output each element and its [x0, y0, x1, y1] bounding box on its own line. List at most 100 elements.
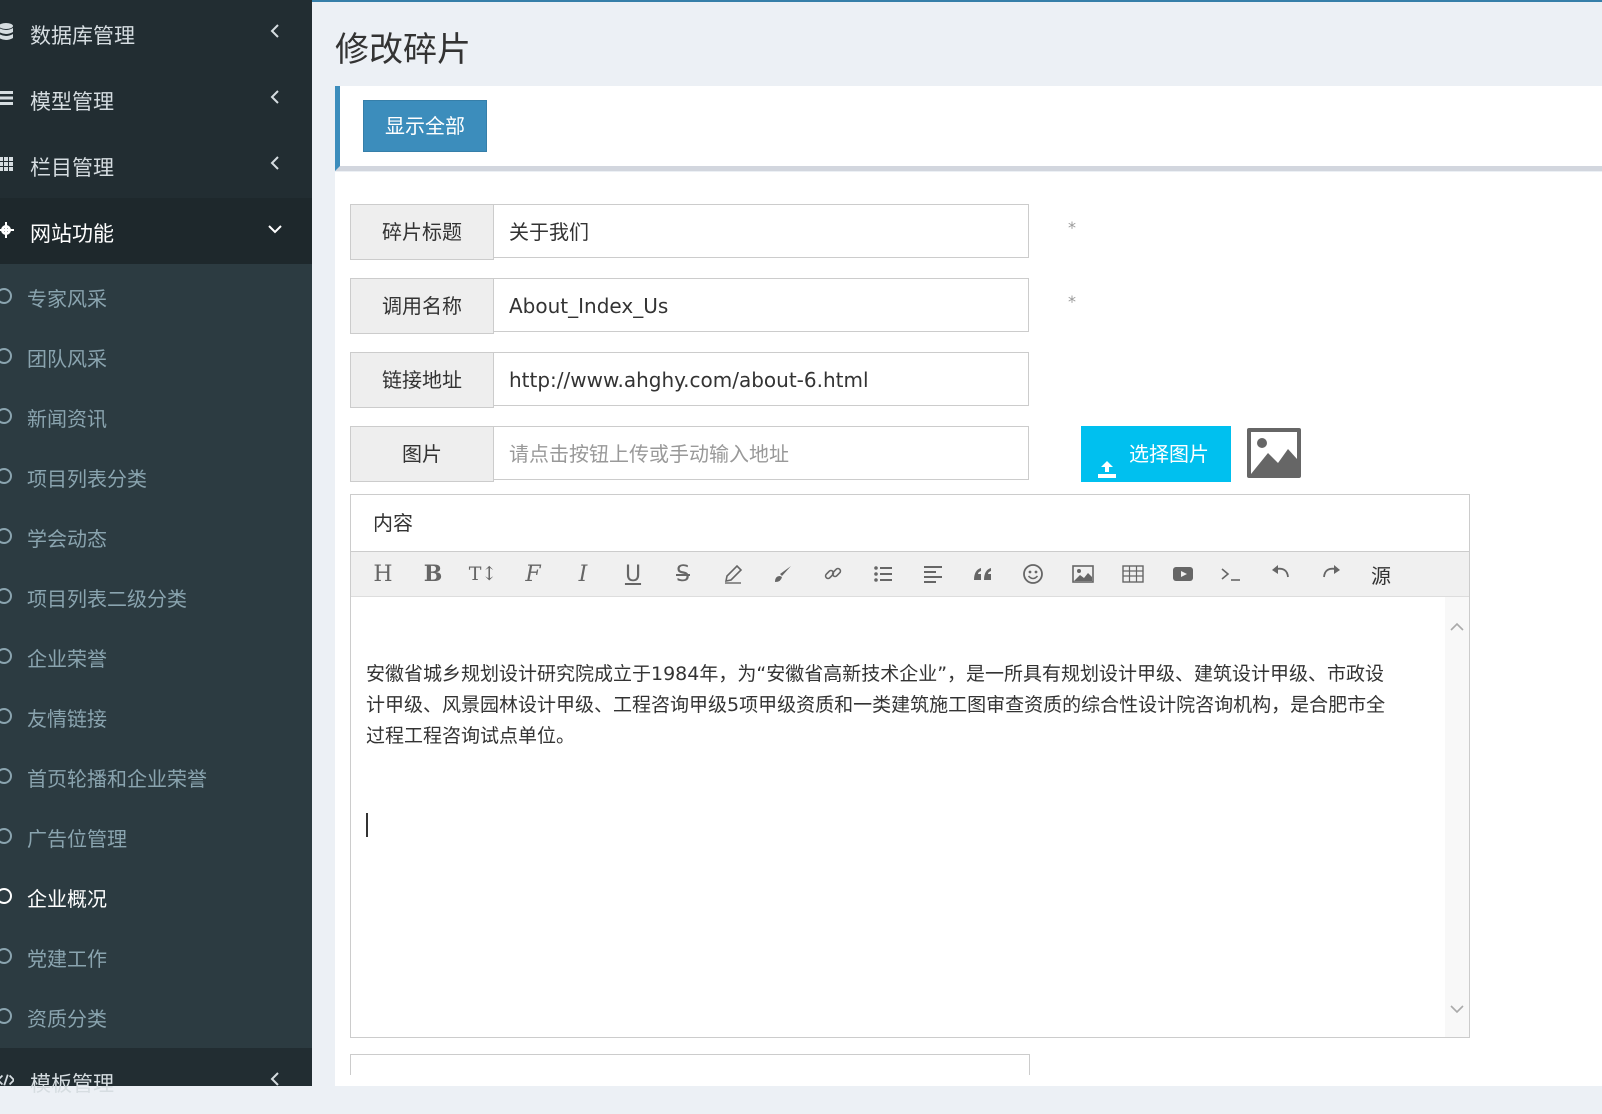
editor-content-text: 安徽省城乡规划设计研究院成立于1984年，为“安徽省高新技术企业”，是一所具有规… [366, 663, 1386, 747]
sidebar-item-label: 广告位管理 [27, 827, 127, 851]
sidebar-item-label: 专家风采 [27, 287, 107, 311]
link-input[interactable]: http://www.ahghy.com/about-6.html [493, 352, 1029, 406]
sidebar-group-database[interactable]: 数据库管理 [0, 0, 312, 66]
underline-button[interactable]: U [619, 560, 647, 588]
upload-icon [1097, 444, 1117, 478]
align-left-icon[interactable] [919, 560, 947, 588]
quote-icon[interactable] [969, 560, 997, 588]
circle-icon [0, 888, 12, 904]
required-mark: * [1068, 292, 1076, 311]
sidebar-item-label: 友情链接 [27, 707, 107, 731]
sidebar-item-ad-slots[interactable]: 广告位管理 [0, 806, 312, 866]
strikethrough-button[interactable]: S [669, 560, 697, 588]
source-button[interactable]: 源 [1367, 560, 1395, 588]
link-row: 链接地址 http://www.ahghy.com/about-6.html [350, 352, 1044, 408]
font-family-button[interactable]: F [519, 560, 547, 588]
editor-scrollbar[interactable] [1445, 597, 1469, 1037]
link-icon[interactable] [819, 560, 847, 588]
action-toolbar: 显示全部 [335, 86, 1602, 171]
sidebar-item-label: 新闻资讯 [27, 407, 107, 431]
image-icon[interactable] [1069, 560, 1097, 588]
sidebar-item-friend-links[interactable]: 友情链接 [0, 686, 312, 746]
bold-button[interactable]: B [419, 560, 447, 588]
sidebar-group-site-functions[interactable]: 网站功能 [0, 198, 312, 264]
call-name-label: 调用名称 [350, 278, 494, 334]
circle-icon [0, 288, 12, 304]
chevron-up-icon[interactable] [1449, 619, 1465, 635]
title-input[interactable]: 关于我们 [493, 204, 1029, 258]
sidebar-group-label: 模型管理 [30, 90, 114, 114]
code-icon [0, 1071, 14, 1089]
list-icon [0, 89, 14, 107]
font-size-button[interactable]: T↕ [469, 560, 498, 588]
sidebar-item-team[interactable]: 团队风采 [0, 326, 312, 386]
circle-icon [0, 528, 12, 544]
sidebar-item-label: 首页轮播和企业荣誉 [27, 767, 207, 791]
sidebar-item-party-building[interactable]: 党建工作 [0, 926, 312, 986]
editor-toolbar: H B T↕ F I U S 源 [351, 552, 1469, 597]
image-preview-icon[interactable] [1246, 427, 1302, 479]
sidebar-item-project-subcategories[interactable]: 项目列表二级分类 [0, 566, 312, 626]
sidebar-item-qualifications[interactable]: 资质分类 [0, 986, 312, 1046]
sidebar-group-label: 栏目管理 [30, 156, 114, 180]
redo-icon[interactable] [1317, 560, 1345, 588]
image-url-input[interactable]: 请点击按钮上传或手动输入地址 [493, 426, 1029, 480]
sidebar-group-model[interactable]: 模型管理 [0, 66, 312, 132]
emoji-icon[interactable] [1019, 560, 1047, 588]
page-title: 修改碎片 [335, 30, 471, 70]
sidebar-item-society-news[interactable]: 学会动态 [0, 506, 312, 566]
content-editor: 内容 H B T↕ F I U S 源 安徽省城乡规划设计研究院成立于1984年… [350, 494, 1470, 1038]
sidebar-item-label: 项目列表二级分类 [27, 587, 187, 611]
next-form-row [350, 1054, 1030, 1075]
sidebar-item-label: 项目列表分类 [27, 467, 147, 491]
video-icon[interactable] [1169, 560, 1197, 588]
sidebar-group-templates[interactable]: 模板管理 [0, 1048, 312, 1114]
sidebar-item-label: 企业荣誉 [27, 647, 107, 671]
italic-button[interactable]: I [569, 560, 597, 588]
sidebar: 数据库管理 模型管理 栏目管理 网站功能 专家风采 团队风采 新闻资讯 项目列表… [0, 0, 312, 1096]
code-icon[interactable] [1217, 560, 1245, 588]
sidebar-item-experts[interactable]: 专家风采 [0, 266, 312, 326]
image-row: 图片 请点击按钮上传或手动输入地址 选择图片 [350, 426, 1320, 482]
undo-icon[interactable] [1267, 560, 1295, 588]
sidebar-submenu: 专家风采 团队风采 新闻资讯 项目列表分类 学会动态 项目列表二级分类 企业荣誉… [0, 264, 312, 1048]
chevron-left-icon [266, 154, 284, 172]
sidebar-group-label: 数据库管理 [30, 24, 135, 48]
circle-icon [0, 708, 12, 724]
sidebar-group-column[interactable]: 栏目管理 [0, 132, 312, 198]
sidebar-item-project-categories[interactable]: 项目列表分类 [0, 446, 312, 506]
circle-icon [0, 1008, 12, 1024]
circle-icon [0, 348, 12, 364]
editor-body[interactable]: 安徽省城乡规划设计研究院成立于1984年，为“安徽省高新技术企业”，是一所具有规… [351, 597, 1445, 1037]
table-icon[interactable] [1119, 560, 1147, 588]
sidebar-item-label: 资质分类 [27, 1007, 107, 1031]
select-image-button[interactable]: 选择图片 [1081, 426, 1231, 482]
link-label: 链接地址 [350, 352, 494, 408]
sidebar-item-label: 学会动态 [27, 527, 107, 551]
sidebar-item-honors[interactable]: 企业荣誉 [0, 626, 312, 686]
circle-icon [0, 648, 12, 664]
form-panel: 碎片标题 关于我们 * 调用名称 About_Index_Us * 链接地址 h… [335, 172, 1602, 1086]
call-name-row: 调用名称 About_Index_Us * [350, 278, 1076, 334]
circle-icon [0, 768, 12, 784]
show-all-button[interactable]: 显示全部 [363, 100, 487, 152]
brush-icon[interactable] [769, 560, 797, 588]
gear-icon [0, 221, 14, 239]
chevron-left-icon [266, 1070, 284, 1088]
chevron-down-icon[interactable] [1449, 1001, 1465, 1017]
circle-icon [0, 588, 12, 604]
bullet-list-icon[interactable] [869, 560, 897, 588]
title-label: 碎片标题 [350, 204, 494, 260]
pencil-icon[interactable] [719, 560, 747, 588]
select-image-label: 选择图片 [1129, 442, 1209, 466]
sidebar-group-label: 模板管理 [30, 1072, 114, 1096]
sidebar-item-news[interactable]: 新闻资讯 [0, 386, 312, 446]
main-content: 修改碎片 显示全部 碎片标题 关于我们 * 调用名称 About_Index_U… [312, 0, 1602, 1086]
grid-icon [0, 155, 14, 173]
heading-button[interactable]: H [369, 560, 397, 588]
circle-icon [0, 828, 12, 844]
circle-icon [0, 408, 12, 424]
call-name-input[interactable]: About_Index_Us [493, 278, 1029, 332]
sidebar-item-company-overview[interactable]: 企业概况 [0, 866, 312, 926]
sidebar-item-home-carousel[interactable]: 首页轮播和企业荣誉 [0, 746, 312, 806]
